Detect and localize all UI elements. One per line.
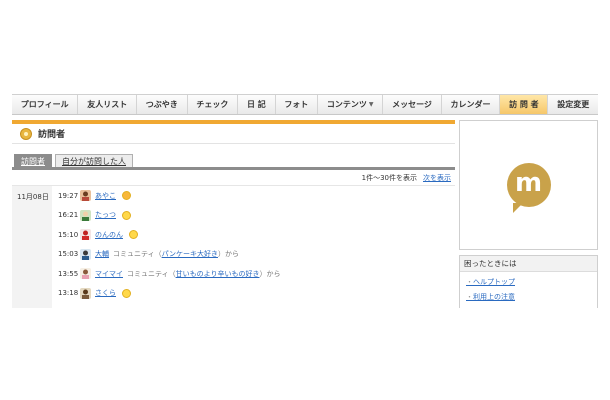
table-row: 19:27 あやこ [52, 186, 455, 206]
nav-message[interactable]: メッセージ [383, 95, 442, 114]
avatar[interactable] [80, 209, 91, 221]
nav-tsubuyaki[interactable]: つぶやき [137, 95, 188, 114]
avatar[interactable] [80, 287, 91, 299]
dropdown-caret-icon: ▼ [368, 101, 374, 108]
community-suffix: ）から [217, 250, 239, 259]
avatar[interactable] [80, 248, 91, 260]
tab-bar: 訪問者 自分が訪問した人 [12, 152, 455, 170]
date-label: 11月08日 [12, 186, 52, 308]
smiley-icon [129, 230, 138, 240]
usage-notice-link[interactable]: 利用上の注意 [460, 292, 597, 302]
nav-photo[interactable]: フォト [276, 95, 319, 114]
community-link[interactable]: 甘いものより辛いもの好き [176, 269, 260, 279]
community-suffix: ）から [259, 269, 281, 278]
help-box: 困ったときには ヘルプトップ 利用上の注意 [459, 255, 598, 308]
visitor-name-link[interactable]: のんのん [95, 230, 123, 240]
visit-time: 13:18 [58, 289, 79, 298]
page-frame: プロフィール 友人リスト つぶやき チェック 日 記 フォト コンテンツ ▼ メッ… [10, 90, 600, 308]
page-title: 訪問者 [38, 130, 66, 140]
visit-time: 16:21 [58, 211, 79, 220]
community-link[interactable]: パンケーキ大好き [162, 249, 218, 259]
ad-banner[interactable]: m [459, 120, 598, 250]
visit-time: 15:10 [58, 230, 79, 239]
smiley-icon [122, 191, 131, 201]
tab-visited-by-me[interactable]: 自分が訪問した人 [55, 154, 133, 167]
global-nav: プロフィール 友人リスト つぶやき チェック 日 記 フォト コンテンツ ▼ メッ… [12, 94, 598, 115]
nav-profile[interactable]: プロフィール [12, 95, 79, 114]
visitor-name-link[interactable]: たっつ [95, 210, 116, 220]
community-prefix: コミュニティ（ [113, 250, 162, 259]
visitor-name-link[interactable]: さくら [95, 288, 116, 298]
table-row: 15:03 大輔 コミュニティ（ パンケーキ大好き ）から [52, 245, 455, 265]
smiley-icon [122, 288, 131, 298]
pager-next-link[interactable]: 次を表示 [423, 173, 451, 183]
avatar[interactable] [80, 229, 91, 241]
avatar[interactable] [80, 190, 91, 202]
visitor-rows: 19:27 あやこ 16:21 たっつ 15:10 のんのん 15:03 大輔 … [52, 186, 455, 308]
table-row: 15:10 のんのん [52, 225, 455, 245]
nav-settings[interactable]: 設定変更 [548, 95, 598, 114]
nav-visitors[interactable]: 訪 問 者 [500, 95, 549, 114]
nav-contents[interactable]: コンテンツ ▼ [318, 95, 384, 114]
section-header: 訪問者 [12, 124, 455, 144]
visitor-icon [20, 127, 32, 140]
sidebar: m 困ったときには ヘルプトップ 利用上の注意 [459, 120, 598, 308]
nav-diary[interactable]: 日 記 [238, 95, 276, 114]
smiley-icon [122, 210, 131, 220]
community-prefix: コミュニティ（ [127, 269, 176, 278]
pager-summary: 1件～30件を表示 [361, 173, 417, 182]
visitor-list: 11月08日 19:27 あやこ 16:21 たっつ 15:10 のんのん 15… [12, 186, 455, 308]
avatar[interactable] [80, 268, 91, 280]
nav-calendar[interactable]: カレンダー [442, 95, 501, 114]
nav-check[interactable]: チェック [188, 95, 239, 114]
tab-visitors[interactable]: 訪問者 [14, 154, 52, 167]
visit-time: 13:55 [58, 269, 79, 278]
help-title: 困ったときには [460, 256, 597, 272]
table-row: 13:18 さくら [52, 284, 455, 304]
help-top-link[interactable]: ヘルプトップ [460, 277, 597, 287]
table-row: 13:55 マイマイ コミュニティ（ 甘いものより辛いもの好き ）から [52, 264, 455, 284]
visitor-name-link[interactable]: マイマイ [95, 269, 123, 279]
visitor-name-link[interactable]: 大輔 [95, 249, 109, 259]
visit-time: 19:27 [58, 191, 79, 200]
pager: 1件～30件を表示 次を表示 [12, 170, 455, 186]
table-row: 16:21 たっつ [52, 206, 455, 226]
visit-time: 15:03 [58, 250, 79, 259]
nav-friend-list[interactable]: 友人リスト [78, 95, 137, 114]
visitor-name-link[interactable]: あやこ [95, 191, 116, 201]
main-column: 訪問者 訪問者 自分が訪問した人 1件～30件を表示 次を表示 11月08日 1… [12, 120, 455, 308]
brand-logo: m [506, 163, 551, 213]
